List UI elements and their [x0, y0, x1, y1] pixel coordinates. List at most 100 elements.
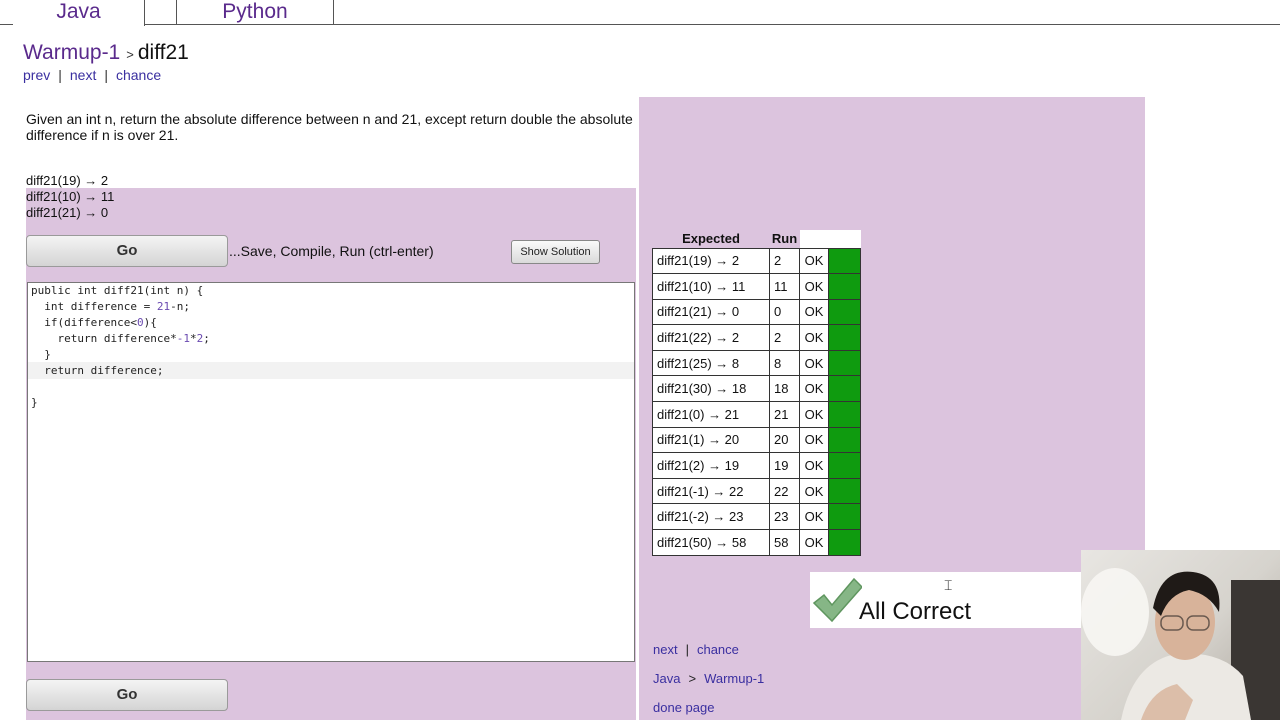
- footer-category-link[interactable]: Warmup-1: [704, 671, 764, 686]
- result-expected: diff21(25) → 8: [652, 349, 770, 377]
- code-line: return difference;: [31, 364, 164, 377]
- result-expected: diff21(22) → 2: [652, 324, 770, 351]
- result-status: OK: [799, 247, 829, 275]
- person-silhouette-icon: [1081, 568, 1280, 720]
- result-run: 8: [769, 349, 800, 377]
- result-expected: diff21(1) → 20: [652, 426, 770, 454]
- code-editor[interactable]: public int diff21(int n) { int differenc…: [27, 282, 635, 662]
- tab-python[interactable]: Python: [176, 0, 334, 25]
- result-pass-indicator: [828, 452, 861, 479]
- prev-link[interactable]: prev: [23, 67, 50, 83]
- check-icon: [812, 577, 862, 623]
- go-button[interactable]: Go: [26, 235, 228, 267]
- result-pass-indicator: [828, 375, 861, 403]
- result-pass-indicator: [828, 529, 861, 556]
- code-line: if(difference<0){: [31, 316, 157, 329]
- code-line: }: [31, 396, 38, 409]
- result-status: OK: [799, 349, 829, 377]
- footer-done: done page: [653, 700, 714, 715]
- result-run: 20: [769, 426, 800, 454]
- result-status: OK: [799, 324, 829, 351]
- result-run: 23: [769, 503, 800, 531]
- footer-java-link[interactable]: Java: [653, 671, 680, 686]
- result-row: diff21(10) → 11 11 OK: [652, 273, 861, 300]
- footer-nav: next | chance: [653, 642, 739, 657]
- result-status: OK: [799, 401, 829, 428]
- result-run: 2: [769, 247, 800, 275]
- result-expected: diff21(0) → 21: [652, 401, 770, 428]
- language-tabs: Java Python: [0, 0, 1280, 26]
- example-line: diff21(21) → 0: [26, 205, 109, 220]
- show-solution-button[interactable]: Show Solution: [511, 240, 600, 264]
- nav-divider: |: [104, 67, 108, 83]
- result-row: diff21(50) → 58 58 OK: [652, 529, 861, 556]
- save-compile-run-hint: ...Save, Compile, Run (ctrl-enter): [229, 243, 434, 259]
- result-row: diff21(-1) → 22 22 OK: [652, 477, 861, 505]
- example-line: diff21(10) → 11: [26, 189, 115, 204]
- result-status: OK: [799, 477, 829, 505]
- text-cursor-icon: ⌶: [944, 577, 953, 593]
- result-status: OK: [799, 529, 829, 556]
- problem-nav: prev | next | chance: [23, 67, 161, 83]
- result-status: OK: [799, 298, 829, 326]
- breadcrumb-category-link[interactable]: Warmup-1: [23, 41, 120, 64]
- result-pass-indicator: [828, 273, 861, 300]
- result-run: 58: [769, 529, 800, 556]
- footer-divider: |: [685, 642, 689, 657]
- result-expected: diff21(50) → 58: [652, 529, 770, 556]
- result-expected: diff21(-2) → 23: [652, 503, 770, 531]
- result-run: 21: [769, 401, 800, 428]
- result-status: OK: [799, 426, 829, 454]
- chance-link[interactable]: chance: [116, 67, 161, 83]
- result-run: 2: [769, 324, 800, 351]
- result-pass-indicator: [828, 324, 861, 351]
- result-expected: diff21(-1) → 22: [652, 477, 770, 505]
- results-table: Expected Run diff21(19) → 2 2 OK diff21(10)…: [652, 230, 861, 556]
- footer-breadcrumb: Java > Warmup-1: [653, 671, 764, 686]
- code-line: public int diff21(int n) {: [31, 284, 204, 297]
- result-status: OK: [799, 503, 829, 531]
- result-status: OK: [799, 375, 829, 403]
- result-row: diff21(19) → 2 2 OK: [652, 247, 861, 275]
- result-pass-indicator: [828, 426, 861, 454]
- page-title: diff21: [137, 41, 189, 64]
- breadcrumb-separator: >: [126, 47, 134, 62]
- result-run: 18: [769, 375, 800, 403]
- result-pass-indicator: [828, 477, 861, 505]
- example-line: diff21(19) → 2: [26, 173, 109, 188]
- nav-divider: |: [58, 67, 62, 83]
- problem-description: Given an int n, return the absolute diff…: [26, 111, 633, 143]
- result-row: diff21(25) → 8 8 OK: [652, 349, 861, 377]
- result-expected: diff21(21) → 0: [652, 298, 770, 326]
- all-correct-message: All Correct: [859, 598, 972, 625]
- go-button-bottom[interactable]: Go: [26, 679, 228, 711]
- result-pass-indicator: [828, 349, 861, 377]
- result-pass-indicator: [828, 503, 861, 531]
- result-row: diff21(1) → 20 20 OK: [652, 426, 861, 454]
- result-row: diff21(0) → 21 21 OK: [652, 401, 861, 428]
- column-header-expected: Expected: [682, 231, 740, 247]
- done-page-link[interactable]: done page: [653, 700, 714, 715]
- result-row: diff21(30) → 18 18 OK: [652, 375, 861, 403]
- result-row: diff21(22) → 2 2 OK: [652, 324, 861, 351]
- result-run: 22: [769, 477, 800, 505]
- code-line: return difference*-1*2;: [31, 332, 210, 345]
- result-expected: diff21(19) → 2: [652, 247, 770, 275]
- footer-next-link[interactable]: next: [653, 642, 678, 657]
- result-pass-indicator: [828, 298, 861, 326]
- tab-java[interactable]: Java: [13, 0, 145, 26]
- next-link[interactable]: next: [70, 67, 96, 83]
- result-pass-indicator: [828, 247, 861, 275]
- result-expected: diff21(30) → 18: [652, 375, 770, 403]
- result-pass-indicator: [828, 401, 861, 428]
- column-header-pass: [828, 230, 861, 248]
- examples: diff21(19) → 2 diff21(10) → 11 diff21(21…: [26, 173, 114, 221]
- result-run: 19: [769, 452, 800, 479]
- result-run: 11: [769, 273, 800, 300]
- result-row: diff21(21) → 0 0 OK: [652, 298, 861, 326]
- result-expected: diff21(2) → 19: [652, 452, 770, 479]
- webcam-overlay: [1081, 550, 1280, 720]
- footer-chance-link[interactable]: chance: [697, 642, 739, 657]
- column-header-run: Run: [771, 231, 798, 247]
- column-header-status: [799, 230, 829, 248]
